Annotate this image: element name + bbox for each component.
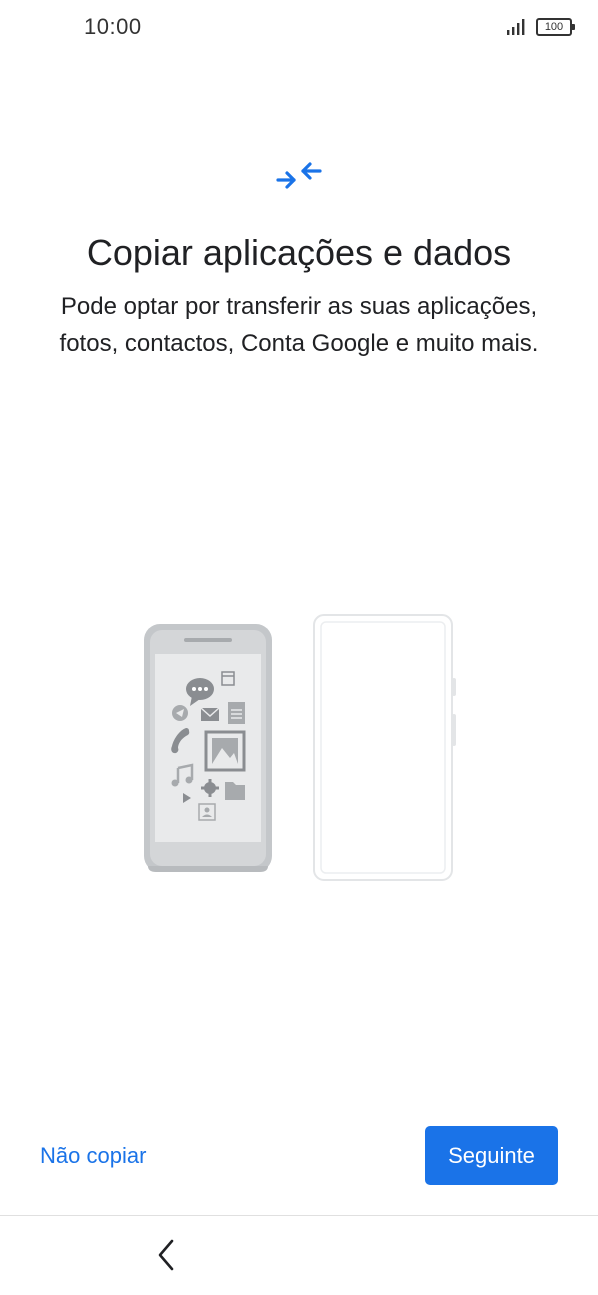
page-description: Pode optar por transferir as suas aplica… <box>59 293 539 357</box>
back-chevron-icon[interactable] <box>150 1236 182 1274</box>
document-icon <box>228 702 245 724</box>
old-phone-illustration <box>144 624 272 872</box>
nav-divider <box>0 1215 598 1216</box>
status-time: 10:00 <box>84 14 142 39</box>
page-title: Copiar aplicações e dados <box>86 232 512 273</box>
transfer-arrows-icon <box>276 162 322 189</box>
send-icon <box>172 705 188 721</box>
new-phone-illustration <box>313 614 456 881</box>
battery-level: 100 <box>544 20 564 33</box>
mail-icon <box>200 707 220 721</box>
status-bar: 10:00 100 <box>0 0 598 56</box>
skip-copy-button[interactable]: Não copiar <box>28 1130 158 1182</box>
transfer-illustration <box>144 614 456 881</box>
screen: 10:00 100 Copiar aplicações e dados Pode… <box>0 0 598 1295</box>
status-indicators: 100 <box>506 18 575 36</box>
next-button[interactable]: Seguinte <box>425 1126 558 1185</box>
signal-icon <box>507 19 525 35</box>
battery-icon: 100 <box>536 18 575 36</box>
